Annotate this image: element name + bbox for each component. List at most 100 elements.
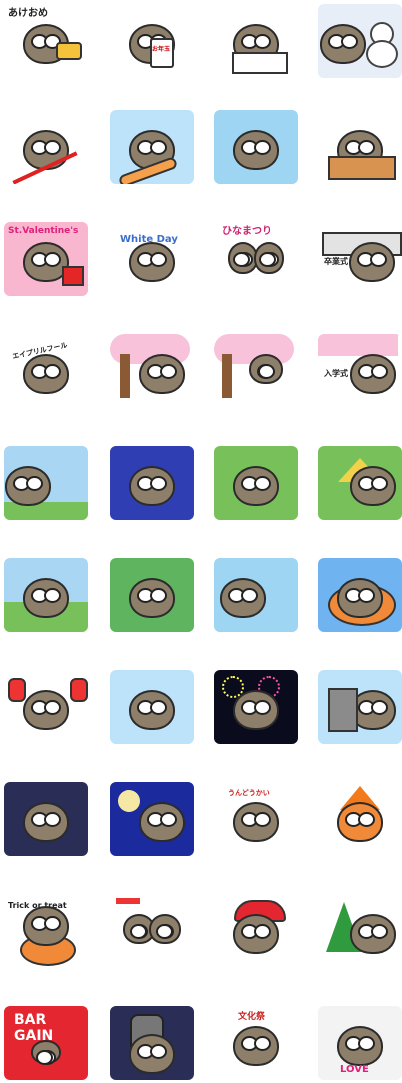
sticker-baseball[interactable] [108, 556, 196, 634]
sticker-festival[interactable] [2, 668, 90, 746]
owl-icon [219, 578, 266, 619]
sticker-bargain[interactable]: BAR GAIN [2, 1004, 90, 1082]
owl-icon [337, 802, 383, 843]
sticker-sports-day[interactable]: うんどうかい [212, 780, 300, 858]
sticker-bg [214, 334, 298, 408]
sticker-culture-festival[interactable]: 文化祭 [212, 1004, 300, 1082]
sticker-bg [318, 110, 402, 184]
sticker-sakura[interactable] [108, 332, 196, 410]
sticker-label: LOVE [340, 1064, 369, 1075]
owl-icon [320, 24, 367, 65]
owl-icon [227, 242, 258, 275]
sticker-bg: Trick or treat [4, 894, 88, 968]
sticker-bg: BAR GAIN [4, 1006, 88, 1080]
sticker-bg [318, 894, 402, 968]
sticker-love[interactable]: LOVE [316, 1004, 402, 1082]
sticker-goldfish[interactable] [108, 668, 196, 746]
owl-icon [149, 914, 182, 945]
sticker-bg: 入学式 [318, 334, 402, 408]
owl-icon [233, 802, 279, 843]
sticker-witch-hat[interactable] [316, 780, 402, 858]
sticker-bg: ひなまつり [214, 222, 298, 296]
sticker-otoshidama[interactable]: お年玉 [108, 2, 196, 80]
sticker-koinobori[interactable] [2, 444, 90, 522]
sticker-moon-viewing[interactable] [108, 780, 196, 858]
sticker-new-year-bell[interactable] [108, 1004, 196, 1082]
owl-icon [139, 802, 186, 843]
owl-icon [233, 130, 279, 171]
owl-icon [233, 466, 279, 507]
cherry-blossom-icon [318, 334, 398, 356]
sticker-bg [4, 446, 88, 520]
sticker-santa-hat[interactable] [212, 892, 300, 970]
sticker-skating[interactable] [212, 108, 300, 186]
sticker-hinamatsuri[interactable]: ひなまつり [212, 220, 300, 298]
owl-icon [23, 690, 69, 731]
owl-icon [249, 354, 284, 385]
sticker-study[interactable] [212, 2, 300, 80]
sticker-new-year-kagami[interactable]: あけおめ [2, 2, 90, 80]
owl-icon [233, 690, 279, 731]
gravestone-icon [328, 688, 358, 732]
grass-area [4, 502, 88, 520]
sticker-bg [110, 894, 194, 968]
owl-icon [129, 242, 175, 283]
sticker-bg [318, 446, 402, 520]
owl-icon [23, 802, 69, 843]
sticker-april-fool[interactable]: エイプリルフール [2, 332, 90, 410]
sticker-bg: LOVE [318, 1006, 402, 1080]
sticker-label: あけおめ [8, 8, 48, 19]
sticker-lanterns[interactable] [2, 780, 90, 858]
sticker-shichigosan[interactable] [108, 892, 196, 970]
sticker-label: St.Valentine's [8, 226, 79, 236]
tree-trunk-icon [120, 354, 130, 398]
sticker-valentine[interactable]: St.Valentine's [2, 220, 90, 298]
sticker-hiking[interactable] [2, 556, 90, 634]
sticker-setsubun[interactable] [316, 108, 402, 186]
sticker-bg: うんどうかい [214, 782, 298, 856]
sticker-bg [110, 1006, 194, 1080]
sticker-bg [318, 558, 402, 632]
sticker-bg [318, 670, 402, 744]
sticker-bg: あけおめ [4, 4, 88, 78]
sticker-swimming[interactable] [316, 556, 402, 634]
sticker-bg [214, 558, 298, 632]
sticker-label: 文化祭 [238, 1012, 266, 1022]
lantern-icon [70, 678, 88, 702]
sticker-tanabata[interactable] [108, 444, 196, 522]
sticker-snowboard[interactable] [108, 108, 196, 186]
sticker-label: お年玉 [152, 46, 171, 53]
sticker-bg [214, 446, 298, 520]
owl-icon [23, 354, 69, 395]
sticker-grave-visit[interactable] [316, 668, 402, 746]
sticker-label: 卒業式 [324, 257, 348, 266]
sticker-fireworks[interactable] [212, 668, 300, 746]
sticker-christmas-tree[interactable] [316, 892, 402, 970]
owl-icon [23, 905, 69, 946]
sticker-golf[interactable] [212, 444, 300, 522]
masu-box-icon [328, 156, 396, 180]
sticker-bg [318, 4, 402, 78]
sticker-bg: White Day [110, 222, 194, 296]
owl-icon [129, 1033, 175, 1074]
owl-icon [350, 466, 397, 507]
sticker-bg [214, 110, 298, 184]
sticker-fishing[interactable] [212, 556, 300, 634]
sticker-camping[interactable] [316, 444, 402, 522]
sticker-graduation[interactable]: 卒業式 [316, 220, 402, 298]
owl-icon [254, 242, 285, 275]
sticker-bg: St.Valentine's [4, 222, 88, 296]
sticker-entrance-ceremony[interactable]: 入学式 [316, 332, 402, 410]
sticker-bg [318, 782, 402, 856]
sticker-ski[interactable] [2, 108, 90, 186]
sticker-bg [214, 894, 298, 968]
sticker-hanami[interactable] [212, 332, 300, 410]
owl-icon [4, 466, 51, 507]
sticker-bg [214, 670, 298, 744]
sticker-white-day[interactable]: White Day [108, 220, 196, 298]
sticker-bg [110, 558, 194, 632]
sticker-bg: お年玉 [110, 4, 194, 78]
sticker-bg [214, 4, 298, 78]
sticker-snowman[interactable] [316, 2, 402, 80]
sticker-halloween[interactable]: Trick or treat [2, 892, 90, 970]
